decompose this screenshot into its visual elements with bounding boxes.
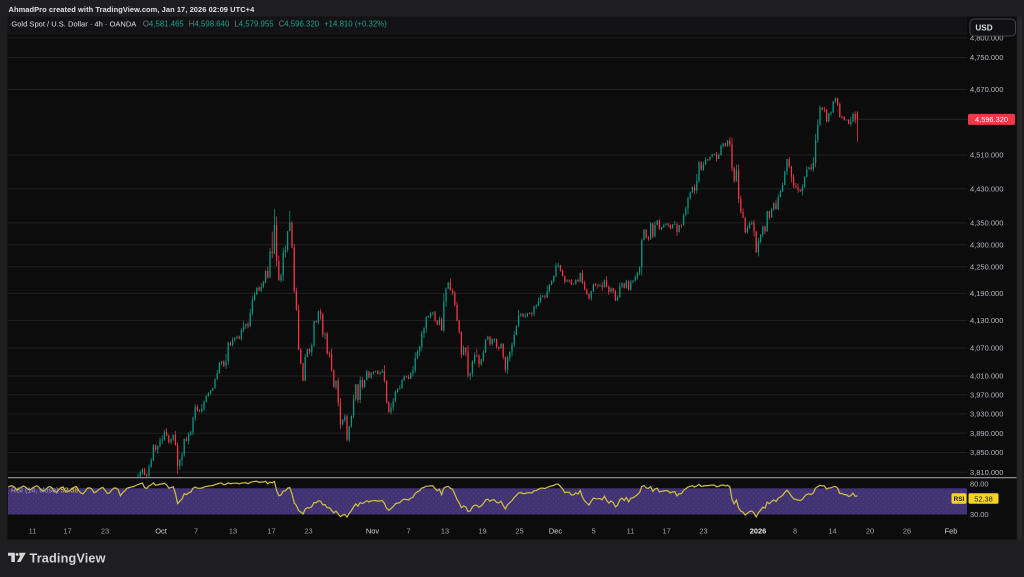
svg-text:Feb: Feb xyxy=(945,527,958,536)
svg-text:11: 11 xyxy=(29,527,37,536)
svg-text:23: 23 xyxy=(304,527,312,536)
svg-text:RSI: RSI xyxy=(954,496,965,503)
svg-text:11: 11 xyxy=(627,527,635,536)
svg-text:3,850.000: 3,850.000 xyxy=(970,448,1003,457)
svg-text:RSI (14, close) 52.38: RSI (14, close) 52.38 xyxy=(11,486,79,495)
svg-text:4,130.000: 4,130.000 xyxy=(970,316,1003,325)
svg-text:30.00: 30.00 xyxy=(970,510,989,519)
svg-text:3,930.000: 3,930.000 xyxy=(970,410,1003,419)
svg-text:5: 5 xyxy=(591,527,595,536)
svg-text:4,596.320: 4,596.320 xyxy=(975,115,1008,124)
svg-text:4,510.000: 4,510.000 xyxy=(970,151,1003,160)
svg-text:25: 25 xyxy=(515,527,523,536)
svg-text:17: 17 xyxy=(267,527,275,536)
svg-text:USD: USD xyxy=(975,24,992,33)
svg-text:Nov: Nov xyxy=(366,527,379,536)
svg-text:2026: 2026 xyxy=(750,527,766,536)
svg-text:Dec: Dec xyxy=(549,527,562,536)
svg-text:4,190.000: 4,190.000 xyxy=(970,289,1003,298)
svg-text:7: 7 xyxy=(194,527,198,536)
svg-text:3,890.000: 3,890.000 xyxy=(970,429,1003,438)
svg-text:52.38: 52.38 xyxy=(974,494,993,503)
svg-text:4,250.000: 4,250.000 xyxy=(970,262,1003,271)
svg-text:20: 20 xyxy=(866,527,874,536)
svg-text:13: 13 xyxy=(441,527,449,536)
svg-text:Oct: Oct xyxy=(155,527,167,536)
svg-text:Gold Spot / U.S. Dollar · 4h ·: Gold Spot / U.S. Dollar · 4h · OANDAO4,5… xyxy=(11,19,387,28)
svg-text:3,970.000: 3,970.000 xyxy=(970,391,1003,400)
svg-text:23: 23 xyxy=(699,527,707,536)
svg-text:8: 8 xyxy=(793,527,797,536)
svg-text:3,810.000: 3,810.000 xyxy=(970,468,1003,477)
svg-text:7: 7 xyxy=(406,527,410,536)
svg-text:26: 26 xyxy=(903,527,911,536)
svg-text:4,430.000: 4,430.000 xyxy=(970,184,1003,193)
svg-text:19: 19 xyxy=(478,527,486,536)
svg-text:4,670.000: 4,670.000 xyxy=(970,85,1003,94)
svg-text:23: 23 xyxy=(101,527,109,536)
svg-text:4,750.000: 4,750.000 xyxy=(970,53,1003,62)
svg-text:4,300.000: 4,300.000 xyxy=(970,240,1003,249)
svg-text:80.00: 80.00 xyxy=(970,479,989,488)
svg-text:14: 14 xyxy=(828,527,836,536)
svg-text:4,350.000: 4,350.000 xyxy=(970,219,1003,228)
svg-text:AhmadPro created with TradingV: AhmadPro created with TradingView.com, J… xyxy=(9,5,256,14)
svg-text:4,070.000: 4,070.000 xyxy=(970,344,1003,353)
svg-text:17: 17 xyxy=(662,527,670,536)
svg-text:17: 17 xyxy=(63,527,71,536)
svg-text:4,010.000: 4,010.000 xyxy=(970,372,1003,381)
svg-text:TradingView: TradingView xyxy=(30,552,106,566)
svg-text:13: 13 xyxy=(229,527,237,536)
